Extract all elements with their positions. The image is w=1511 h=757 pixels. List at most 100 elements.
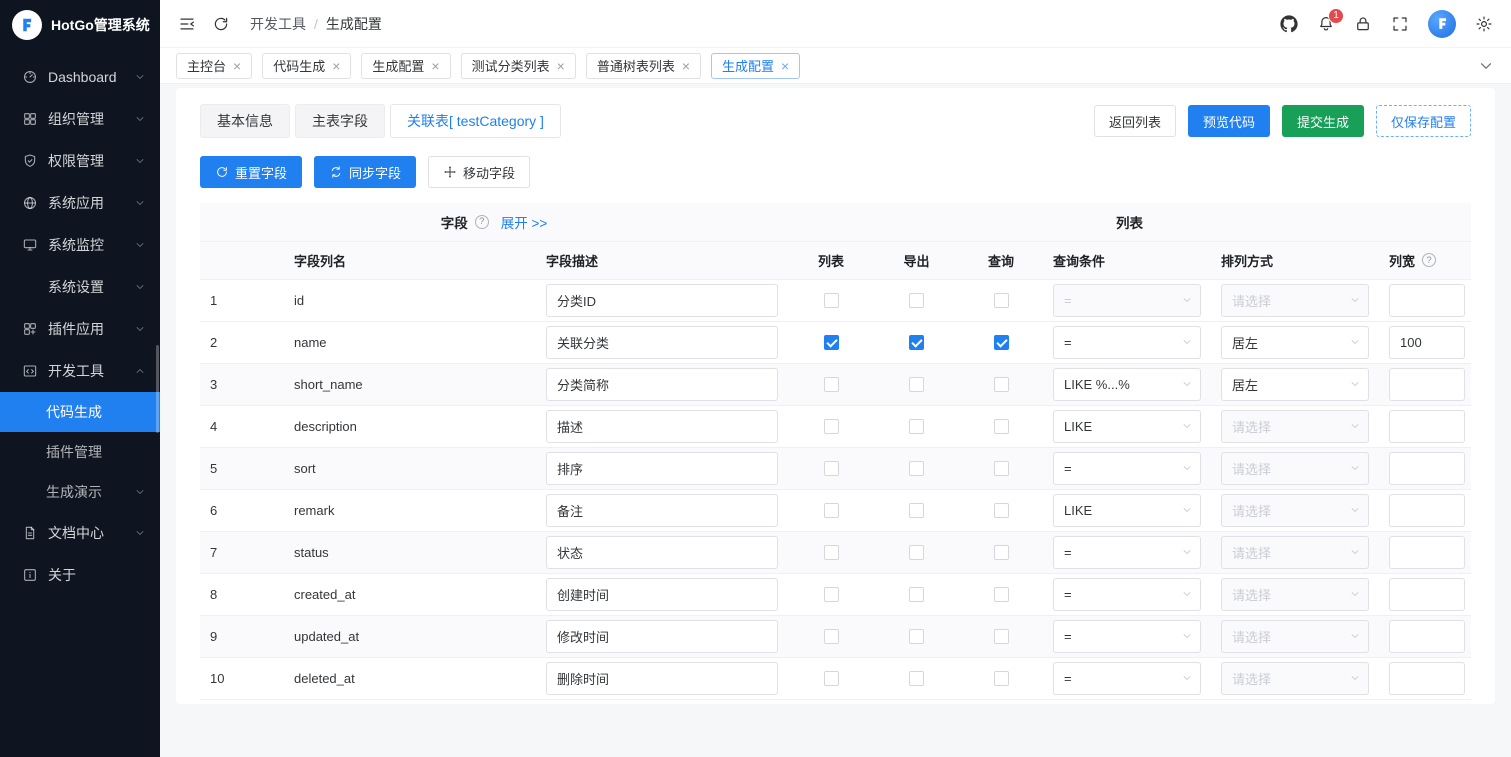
align-select[interactable]: 请选择 [1221, 662, 1369, 695]
export-checkbox[interactable] [909, 629, 924, 644]
tabs-dropdown-icon[interactable] [1477, 57, 1495, 75]
nav-tab-4[interactable]: 普通树表列表× [586, 53, 701, 79]
field-desc-input[interactable] [546, 410, 778, 443]
query-checkbox[interactable] [994, 293, 1009, 308]
export-checkbox[interactable] [909, 545, 924, 560]
align-select[interactable]: 请选择 [1221, 494, 1369, 527]
refresh-icon[interactable] [212, 15, 230, 33]
list-checkbox[interactable] [824, 503, 839, 518]
query-checkbox[interactable] [994, 587, 1009, 602]
sidebar-item-5[interactable]: 系统设置 [0, 266, 160, 308]
github-icon[interactable] [1280, 15, 1298, 33]
sidebar-item-2[interactable]: 权限管理 [0, 140, 160, 182]
sidebar-item-11[interactable]: 文档中心 [0, 512, 160, 554]
export-checkbox[interactable] [909, 671, 924, 686]
config-tab-2[interactable]: 关联表[ testCategory ] [390, 104, 561, 138]
export-checkbox[interactable] [909, 419, 924, 434]
config-tab-1[interactable]: 主表字段 [295, 104, 385, 138]
list-checkbox[interactable] [824, 335, 839, 350]
condition-select[interactable]: LIKE %...% [1053, 368, 1201, 401]
condition-select[interactable]: = [1053, 326, 1201, 359]
condition-select[interactable]: = [1053, 620, 1201, 653]
sidebar-item-12[interactable]: 关于 [0, 554, 160, 596]
column-width-input[interactable] [1389, 368, 1465, 401]
column-width-input[interactable] [1389, 452, 1465, 485]
condition-select[interactable]: LIKE [1053, 494, 1201, 527]
query-checkbox[interactable] [994, 419, 1009, 434]
sidebar-item-3[interactable]: 系统应用 [0, 182, 160, 224]
align-select[interactable]: 请选择 [1221, 410, 1369, 443]
condition-select[interactable]: = [1053, 662, 1201, 695]
close-tab-icon[interactable]: × [233, 59, 241, 73]
lock-icon[interactable] [1354, 15, 1372, 33]
query-checkbox[interactable] [994, 503, 1009, 518]
condition-select[interactable]: = [1053, 452, 1201, 485]
query-checkbox[interactable] [994, 461, 1009, 476]
breadcrumb-page[interactable]: 生成配置 [326, 14, 382, 34]
config-tab-0[interactable]: 基本信息 [200, 104, 290, 138]
close-tab-icon[interactable]: × [557, 59, 565, 73]
list-checkbox[interactable] [824, 587, 839, 602]
sidebar-item-10[interactable]: 生成演示 [0, 472, 160, 512]
field-desc-input[interactable] [546, 578, 778, 611]
field-desc-input[interactable] [546, 494, 778, 527]
condition-select[interactable]: LIKE [1053, 410, 1201, 443]
list-checkbox[interactable] [824, 377, 839, 392]
settings-icon[interactable] [1475, 15, 1493, 33]
reset-fields-button[interactable]: 重置字段 [200, 156, 302, 188]
export-checkbox[interactable] [909, 293, 924, 308]
export-checkbox[interactable] [909, 503, 924, 518]
field-desc-input[interactable] [546, 326, 778, 359]
collapse-sidebar-icon[interactable] [178, 15, 196, 33]
condition-select[interactable]: = [1053, 578, 1201, 611]
condition-select[interactable]: = [1053, 536, 1201, 569]
align-select[interactable]: 请选择 [1221, 578, 1369, 611]
field-desc-input[interactable] [546, 662, 778, 695]
field-desc-input[interactable] [546, 536, 778, 569]
align-select[interactable]: 请选择 [1221, 620, 1369, 653]
app-logo[interactable]: HotGo管理系统 [0, 0, 160, 50]
column-width-input[interactable] [1389, 284, 1465, 317]
sidebar-item-8[interactable]: 代码生成 [0, 392, 160, 432]
nav-tab-5[interactable]: 生成配置× [711, 53, 800, 79]
nav-tab-2[interactable]: 生成配置× [361, 53, 450, 79]
sidebar-item-4[interactable]: 系统监控 [0, 224, 160, 266]
query-checkbox[interactable] [994, 377, 1009, 392]
move-fields-button[interactable]: 移动字段 [428, 156, 530, 188]
column-width-input[interactable] [1389, 410, 1465, 443]
column-width-input[interactable] [1389, 494, 1465, 527]
close-tab-icon[interactable]: × [682, 59, 690, 73]
align-select[interactable]: 居左 [1221, 326, 1369, 359]
nav-tab-1[interactable]: 代码生成× [262, 53, 351, 79]
nav-tab-0[interactable]: 主控台× [176, 53, 252, 79]
column-width-input[interactable] [1389, 578, 1465, 611]
field-desc-input[interactable] [546, 284, 778, 317]
column-width-input[interactable] [1389, 326, 1465, 359]
notifications-icon[interactable]: 1 [1317, 15, 1335, 33]
user-avatar[interactable] [1428, 10, 1456, 38]
close-tab-icon[interactable]: × [781, 59, 789, 73]
query-checkbox[interactable] [994, 629, 1009, 644]
query-checkbox[interactable] [994, 671, 1009, 686]
align-select[interactable]: 请选择 [1221, 452, 1369, 485]
sidebar-item-1[interactable]: 组织管理 [0, 98, 160, 140]
close-tab-icon[interactable]: × [431, 59, 439, 73]
column-width-input[interactable] [1389, 620, 1465, 653]
close-tab-icon[interactable]: × [332, 59, 340, 73]
back-to-list-button[interactable]: 返回列表 [1094, 105, 1176, 137]
list-checkbox[interactable] [824, 419, 839, 434]
sidebar-item-0[interactable]: Dashboard [0, 56, 160, 98]
list-checkbox[interactable] [824, 671, 839, 686]
sidebar-item-9[interactable]: 插件管理 [0, 432, 160, 472]
export-checkbox[interactable] [909, 335, 924, 350]
list-checkbox[interactable] [824, 461, 839, 476]
breadcrumb-section[interactable]: 开发工具 [250, 14, 306, 34]
field-desc-input[interactable] [546, 620, 778, 653]
list-checkbox[interactable] [824, 293, 839, 308]
submit-generate-button[interactable]: 提交生成 [1282, 105, 1364, 137]
field-help-icon[interactable] [475, 215, 489, 229]
field-desc-input[interactable] [546, 452, 778, 485]
query-checkbox[interactable] [994, 335, 1009, 350]
condition-select[interactable]: = [1053, 284, 1201, 317]
column-width-input[interactable] [1389, 662, 1465, 695]
